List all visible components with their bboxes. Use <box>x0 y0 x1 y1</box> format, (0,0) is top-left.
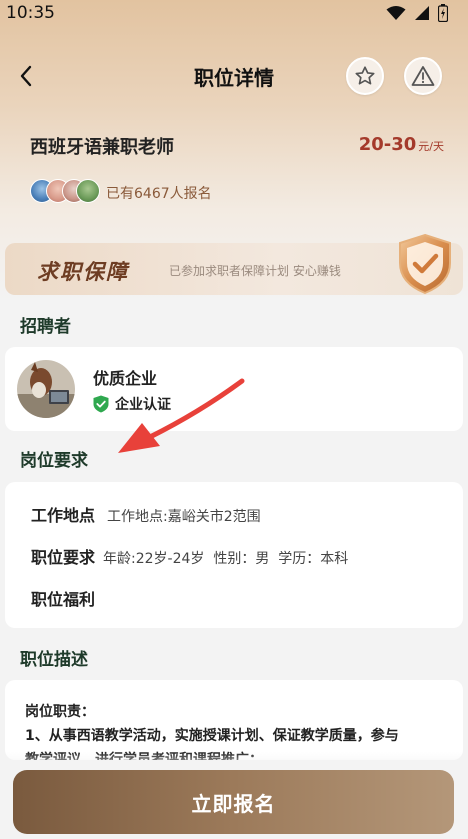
wifi-icon <box>386 6 406 20</box>
salary-range: 20-30 <box>358 134 417 155</box>
signal-icon <box>415 6 429 20</box>
job-title: 西班牙语兼职老师 <box>30 137 174 158</box>
requirements-section-title: 岗位要求 <box>20 451 88 471</box>
salary: 20-30 元/天 <box>359 134 444 155</box>
recruiter-section-title: 招聘者 <box>20 317 71 337</box>
requirements-card: 工作地点 工作地点:嘉峪关市2范围 职位要求 年龄:22岁-24岁 性别：男 学… <box>5 482 463 628</box>
warning-icon <box>411 66 435 86</box>
battery-icon <box>438 4 448 22</box>
apply-button[interactable]: 立即报名 <box>13 770 454 834</box>
verified-shield-icon <box>93 395 109 413</box>
requirement-label: 职位要求 <box>31 548 96 567</box>
status-icons <box>386 4 448 22</box>
company-avatar <box>17 360 75 418</box>
page-title: 职位详情 <box>194 66 274 90</box>
requirement-label: 工作地点 <box>31 506 96 525</box>
status-time: 10:35 <box>6 3 55 23</box>
requirement-value: 工作地点:嘉峪关市2范围 <box>107 509 261 525</box>
star-icon <box>355 66 375 85</box>
description-line: 1、从事西语教学活动，实施授课计划、保证教学质量，参与 <box>25 728 399 744</box>
shield-check-icon <box>399 233 451 295</box>
recruiter-card[interactable]: 优质企业 企业认证 <box>5 347 463 431</box>
requirement-value: 年龄:22岁-24岁 性别：男 学历：本科 <box>103 551 349 567</box>
description-section-title: 职位描述 <box>20 650 88 670</box>
description-text: 岗位职责： 1、从事西语教学活动，实施授课计划、保证教学质量，参与 教学评议，进… <box>25 700 445 760</box>
requirement-row-location: 工作地点 工作地点:嘉峪关市2范围 <box>31 502 261 526</box>
favorite-button[interactable] <box>346 57 384 95</box>
verified-badge: 企业认证 <box>93 394 171 414</box>
company-logo-image <box>17 360 75 418</box>
description-line: 岗位职责： <box>25 704 95 720</box>
description-card: 岗位职责： 1、从事西语教学活动，实施授课计划、保证教学质量，参与 教学评议，进… <box>5 680 463 760</box>
requirement-row-criteria: 职位要求 年龄:22岁-24岁 性别：男 学历：本科 <box>31 544 348 568</box>
guarantee-title: 求职保障 <box>37 260 129 284</box>
avatar <box>76 179 100 203</box>
guarantee-banner[interactable]: 求职保障 已参加求职者保障计划 安心赚钱 <box>5 233 463 295</box>
company-name: 优质企业 <box>93 369 158 388</box>
status-bar: 10:35 <box>0 0 468 26</box>
applied-count: 已有6467人报名 <box>106 186 212 202</box>
report-button[interactable] <box>404 57 442 95</box>
requirement-label: 职位福利 <box>31 590 96 609</box>
guarantee-subtitle: 已参加求职者保障计划 安心赚钱 <box>169 264 341 278</box>
verified-label: 企业认证 <box>115 397 171 413</box>
bottom-fade <box>0 752 468 772</box>
requirement-row-benefits: 职位福利 <box>31 586 107 610</box>
salary-unit: 元/天 <box>418 140 444 153</box>
applicant-avatars <box>30 179 100 205</box>
nav-bar: 职位详情 <box>0 50 468 102</box>
